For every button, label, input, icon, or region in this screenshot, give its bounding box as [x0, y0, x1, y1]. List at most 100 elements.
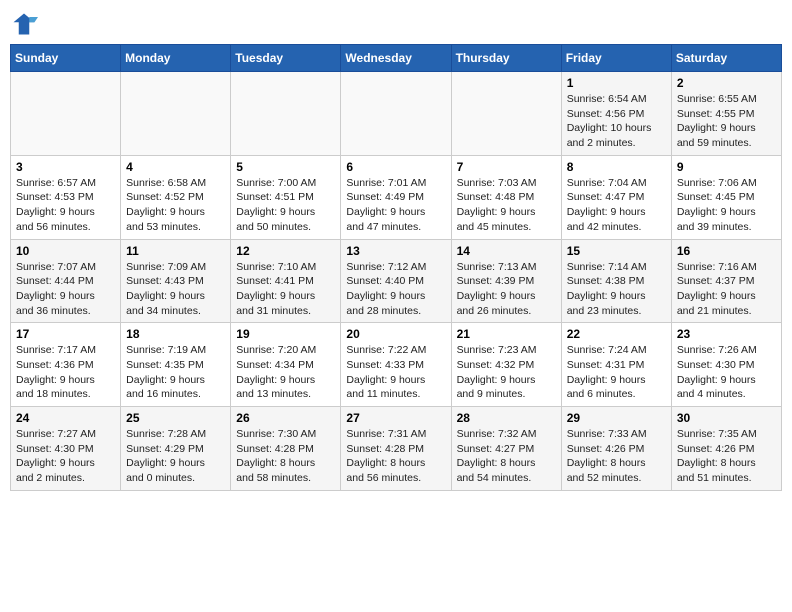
calendar-cell: 4 Sunrise: 6:58 AMSunset: 4:52 PMDaylight…	[121, 155, 231, 239]
calendar-cell: 25Sunrise: 7:28 AMSunset: 4:29 PMDayligh…	[121, 407, 231, 491]
day-number: 5	[236, 160, 335, 174]
day-number: 25	[126, 411, 225, 425]
day-number: 13	[346, 244, 445, 258]
day-number: 26	[236, 411, 335, 425]
day-number: 14	[457, 244, 556, 258]
day-info: Sunrise: 7:27 AMSunset: 4:30 PMDaylight:…	[16, 427, 115, 486]
calendar-cell: 17 Sunrise: 7:17 AMSunset: 4:36 PMDayligh…	[11, 323, 121, 407]
day-info: Sunrise: 7:01 AMSunset: 4:49 PMDaylight:…	[346, 176, 445, 235]
day-info: Sunrise: 7:23 AMSunset: 4:32 PMDaylight:…	[457, 343, 556, 402]
weekday-header-saturday: Saturday	[671, 45, 781, 72]
calendar-cell: 19Sunrise: 7:20 AMSunset: 4:34 PMDayligh…	[231, 323, 341, 407]
day-info: Sunrise: 7:35 AMSunset: 4:26 PMDaylight:…	[677, 427, 776, 486]
calendar-cell: 14 Sunrise: 7:13 AMSunset: 4:39 PMDayligh…	[451, 239, 561, 323]
day-number: 27	[346, 411, 445, 425]
day-number: 23	[677, 327, 776, 341]
day-info: Sunrise: 7:06 AMSunset: 4:45 PMDaylight:…	[677, 176, 776, 235]
day-number: 11	[126, 244, 225, 258]
day-info: Sunrise: 7:24 AMSunset: 4:31 PMDaylight:…	[567, 343, 666, 402]
calendar-cell	[121, 72, 231, 156]
weekday-header-sunday: Sunday	[11, 45, 121, 72]
day-info: Sunrise: 6:58 AMSunset: 4:52 PMDaylight:…	[126, 176, 225, 235]
day-info: Sunrise: 6:57 AMSunset: 4:53 PMDaylight:…	[16, 176, 115, 235]
calendar-header-row: SundayMondayTuesdayWednesdayThursdayFrid…	[11, 45, 782, 72]
calendar-cell: 30 Sunrise: 7:35 AMSunset: 4:26 PMDayligh…	[671, 407, 781, 491]
calendar-cell: 21 Sunrise: 7:23 AMSunset: 4:32 PMDayligh…	[451, 323, 561, 407]
day-number: 17	[16, 327, 115, 341]
calendar-week-5: 24 Sunrise: 7:27 AMSunset: 4:30 PMDayligh…	[11, 407, 782, 491]
day-number: 4	[126, 160, 225, 174]
day-number: 18	[126, 327, 225, 341]
calendar-cell: 24 Sunrise: 7:27 AMSunset: 4:30 PMDayligh…	[11, 407, 121, 491]
day-info: Sunrise: 7:04 AMSunset: 4:47 PMDaylight:…	[567, 176, 666, 235]
calendar-week-4: 17 Sunrise: 7:17 AMSunset: 4:36 PMDayligh…	[11, 323, 782, 407]
day-info: Sunrise: 7:16 AMSunset: 4:37 PMDaylight:…	[677, 260, 776, 319]
day-info: Sunrise: 7:13 AMSunset: 4:39 PMDaylight:…	[457, 260, 556, 319]
calendar-cell: 23 Sunrise: 7:26 AMSunset: 4:30 PMDayligh…	[671, 323, 781, 407]
calendar-cell: 16 Sunrise: 7:16 AMSunset: 4:37 PMDayligh…	[671, 239, 781, 323]
day-number: 12	[236, 244, 335, 258]
day-number: 1	[567, 76, 666, 90]
day-number: 3	[16, 160, 115, 174]
day-info: Sunrise: 7:14 AMSunset: 4:38 PMDaylight:…	[567, 260, 666, 319]
day-info: Sunrise: 7:30 AMSunset: 4:28 PMDaylight:…	[236, 427, 335, 486]
day-number: 15	[567, 244, 666, 258]
calendar-cell: 3 Sunrise: 6:57 AMSunset: 4:53 PMDaylight…	[11, 155, 121, 239]
day-info: Sunrise: 7:00 AMSunset: 4:51 PMDaylight:…	[236, 176, 335, 235]
day-number: 30	[677, 411, 776, 425]
day-info: Sunrise: 7:09 AMSunset: 4:43 PMDaylight:…	[126, 260, 225, 319]
calendar-cell: 12 Sunrise: 7:10 AMSunset: 4:41 PMDayligh…	[231, 239, 341, 323]
day-number: 24	[16, 411, 115, 425]
calendar-cell: 6 Sunrise: 7:01 AMSunset: 4:49 PMDaylight…	[341, 155, 451, 239]
calendar-cell: 2 Sunrise: 6:55 AMSunset: 4:55 PMDaylight…	[671, 72, 781, 156]
day-info: Sunrise: 7:20 AMSunset: 4:34 PMDaylight:…	[236, 343, 335, 402]
weekday-header-tuesday: Tuesday	[231, 45, 341, 72]
weekday-header-friday: Friday	[561, 45, 671, 72]
day-number: 21	[457, 327, 556, 341]
calendar-cell: 8 Sunrise: 7:04 AMSunset: 4:47 PMDaylight…	[561, 155, 671, 239]
calendar-cell: 22 Sunrise: 7:24 AMSunset: 4:31 PMDayligh…	[561, 323, 671, 407]
calendar-week-1: 1 Sunrise: 6:54 AMSunset: 4:56 PMDaylight…	[11, 72, 782, 156]
logo-icon	[10, 10, 38, 38]
calendar-cell: 1 Sunrise: 6:54 AMSunset: 4:56 PMDaylight…	[561, 72, 671, 156]
day-number: 16	[677, 244, 776, 258]
calendar-cell: 9 Sunrise: 7:06 AMSunset: 4:45 PMDaylight…	[671, 155, 781, 239]
calendar-cell: 13 Sunrise: 7:12 AMSunset: 4:40 PMDayligh…	[341, 239, 451, 323]
calendar-week-3: 10 Sunrise: 7:07 AMSunset: 4:44 PMDayligh…	[11, 239, 782, 323]
day-number: 20	[346, 327, 445, 341]
calendar-cell: 15 Sunrise: 7:14 AMSunset: 4:38 PMDayligh…	[561, 239, 671, 323]
calendar-cell: 18 Sunrise: 7:19 AMSunset: 4:35 PMDayligh…	[121, 323, 231, 407]
day-info: Sunrise: 7:31 AMSunset: 4:28 PMDaylight:…	[346, 427, 445, 486]
calendar-cell	[451, 72, 561, 156]
day-number: 2	[677, 76, 776, 90]
calendar-cell: 10 Sunrise: 7:07 AMSunset: 4:44 PMDayligh…	[11, 239, 121, 323]
calendar-cell: 26 Sunrise: 7:30 AMSunset: 4:28 PMDayligh…	[231, 407, 341, 491]
day-info: Sunrise: 7:12 AMSunset: 4:40 PMDaylight:…	[346, 260, 445, 319]
day-number: 8	[567, 160, 666, 174]
day-info: Sunrise: 7:10 AMSunset: 4:41 PMDaylight:…	[236, 260, 335, 319]
calendar-cell: 27 Sunrise: 7:31 AMSunset: 4:28 PMDayligh…	[341, 407, 451, 491]
day-info: Sunrise: 7:22 AMSunset: 4:33 PMDaylight:…	[346, 343, 445, 402]
day-info: Sunrise: 6:54 AMSunset: 4:56 PMDaylight:…	[567, 92, 666, 151]
calendar-cell: 28Sunrise: 7:32 AMSunset: 4:27 PMDayligh…	[451, 407, 561, 491]
calendar-week-2: 3 Sunrise: 6:57 AMSunset: 4:53 PMDaylight…	[11, 155, 782, 239]
day-number: 7	[457, 160, 556, 174]
day-info: Sunrise: 7:17 AMSunset: 4:36 PMDaylight:…	[16, 343, 115, 402]
day-info: Sunrise: 7:07 AMSunset: 4:44 PMDaylight:…	[16, 260, 115, 319]
day-info: Sunrise: 7:03 AMSunset: 4:48 PMDaylight:…	[457, 176, 556, 235]
day-number: 6	[346, 160, 445, 174]
day-info: Sunrise: 7:19 AMSunset: 4:35 PMDaylight:…	[126, 343, 225, 402]
calendar-cell: 5 Sunrise: 7:00 AMSunset: 4:51 PMDaylight…	[231, 155, 341, 239]
day-info: Sunrise: 6:55 AMSunset: 4:55 PMDaylight:…	[677, 92, 776, 151]
day-number: 9	[677, 160, 776, 174]
calendar-cell: 29Sunrise: 7:33 AMSunset: 4:26 PMDayligh…	[561, 407, 671, 491]
day-number: 29	[567, 411, 666, 425]
header	[10, 10, 782, 38]
day-number: 10	[16, 244, 115, 258]
calendar-cell: 11 Sunrise: 7:09 AMSunset: 4:43 PMDayligh…	[121, 239, 231, 323]
day-number: 22	[567, 327, 666, 341]
weekday-header-thursday: Thursday	[451, 45, 561, 72]
calendar-body: 1 Sunrise: 6:54 AMSunset: 4:56 PMDaylight…	[11, 72, 782, 491]
calendar: SundayMondayTuesdayWednesdayThursdayFrid…	[10, 44, 782, 491]
day-info: Sunrise: 7:26 AMSunset: 4:30 PMDaylight:…	[677, 343, 776, 402]
